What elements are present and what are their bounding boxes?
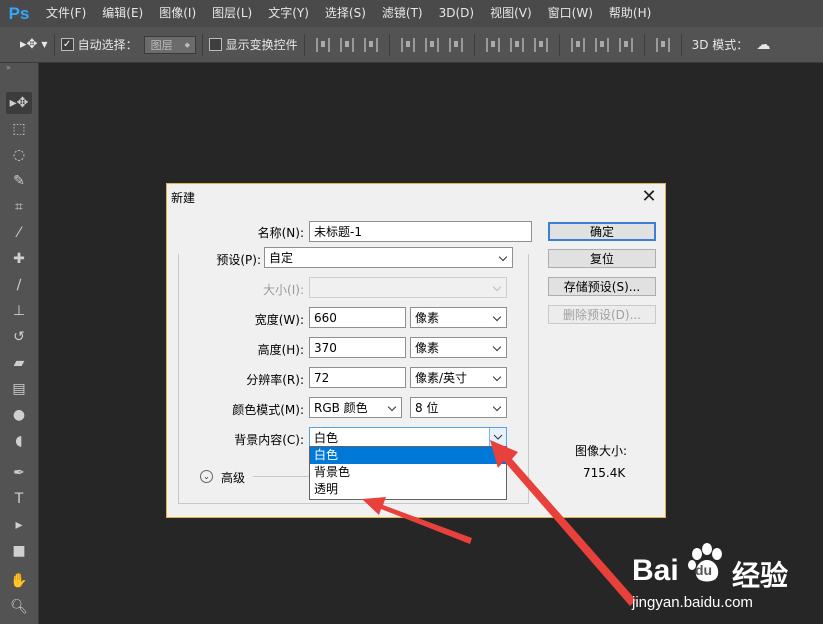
watermark-url: jingyan.baidu.com (632, 594, 753, 611)
annotation-arrows (362, 440, 636, 606)
watermark-brand: Bai (632, 554, 679, 587)
annotation-arrow-to-transparent (362, 497, 472, 544)
annotation-arrow-to-dropdown (490, 440, 636, 606)
baidu-jingyan-watermark: Bai du 经验 jingyan.baidu.com (632, 532, 822, 624)
watermark-jingyan: 经验 (732, 560, 789, 591)
watermark-brand-du: du (695, 562, 713, 578)
